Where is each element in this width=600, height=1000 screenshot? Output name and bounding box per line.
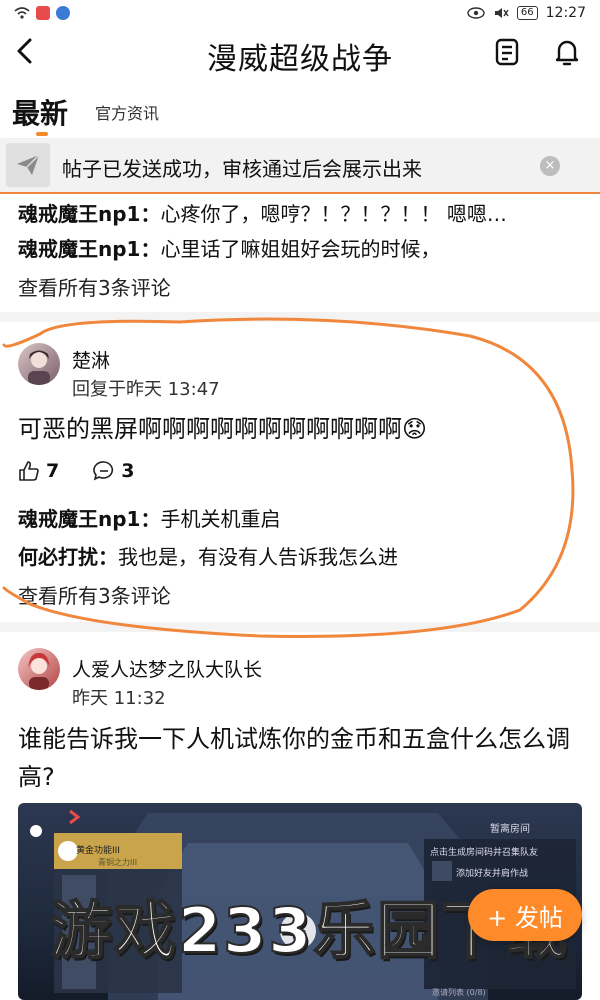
view-all-comments-link[interactable]: 查看所有3条评论 (18, 272, 171, 301)
tab-official-news[interactable]: 官方资讯 (95, 100, 159, 124)
game-panel-subtitle: 青铜之力III (98, 858, 138, 867)
battery-indicator: 66 (516, 6, 538, 20)
post-timestamp: 回复于昨天 13:47 (72, 379, 220, 400)
comment-author: 何必打扰： (18, 545, 118, 569)
post-timestamp: 昨天 11:32 (72, 688, 166, 709)
comment-author: 魂戒魔王np1： (18, 507, 161, 531)
toast-icon-container (6, 143, 50, 187)
status-bar: 66 12:27 (0, 0, 600, 26)
game-leave-room-button: 暂离房间 (490, 824, 530, 835)
game-invite-title: 点击生成房间码并召集队友 (430, 848, 539, 858)
comment-preview[interactable]: 魂戒魔王np1：心里话了嘛姐姐好会玩的时候， (18, 233, 440, 262)
comment-author: 魂戒魔王np1： (18, 237, 161, 261)
success-toast: 帖子已发送成功，审核通过后会展示出来 × (0, 138, 600, 194)
avatar[interactable] (18, 343, 60, 385)
game-invite-list: 邀请列表 (0/8) (432, 988, 486, 997)
eye-icon (467, 7, 485, 19)
worried-face-emoji: 😟 (402, 415, 428, 443)
app-header: 漫威超级战争 (0, 26, 600, 82)
comment-text: 心疼你了，嗯哼？！？！？！！ 嗯嗯… (160, 202, 507, 226)
tab-latest[interactable]: 最新 (12, 92, 68, 132)
post-author-name[interactable]: 楚淋 (72, 346, 110, 373)
comment-preview[interactable]: 何必打扰：我也是，有没有人告诉我怎么进 (18, 541, 398, 570)
feed-divider (0, 312, 600, 322)
post-body-text: 可恶的黑屏啊啊啊啊啊啊啊啊啊啊啊 (18, 415, 402, 443)
comment-preview[interactable]: 魂戒魔王np1：心疼你了，嗯哼？！？！？！！ 嗯嗯… (18, 198, 507, 227)
comment-text: 我也是，有没有人告诉我怎么进 (118, 545, 398, 569)
notifications-button[interactable] (554, 38, 582, 68)
document-icon (495, 38, 519, 66)
comment-button[interactable]: 3 (93, 460, 134, 482)
post-body[interactable]: 可恶的黑屏啊啊啊啊啊啊啊啊啊啊啊😟 (18, 410, 578, 448)
post-author-name[interactable]: 人爱人达梦之队大队长 (72, 655, 262, 682)
shield-app-icon (56, 6, 70, 20)
comment-text: 手机关机重启 (160, 507, 281, 531)
bell-icon (555, 40, 579, 66)
feed-divider (0, 622, 600, 632)
view-all-comments-link[interactable]: 查看所有3条评论 (18, 580, 171, 609)
comment-count: 3 (121, 460, 135, 482)
active-tab-indicator (36, 132, 48, 136)
like-button[interactable]: 7 (18, 460, 59, 482)
comment-text: 心里话了嘛姐姐好会玩的时候， (160, 237, 441, 261)
mute-icon (494, 8, 509, 18)
tab-bar: 最新 官方资讯 (0, 88, 600, 138)
thumbs-up-icon (19, 461, 39, 481)
notification-app-icon (36, 6, 50, 20)
like-count: 7 (46, 460, 60, 482)
post-body[interactable]: 谁能告诉我一下人机试炼你的金币和五盒什么怎么调高? (18, 720, 578, 796)
toast-message: 帖子已发送成功，审核通过后会展示出来 (62, 157, 422, 181)
comment-preview[interactable]: 魂戒魔王np1：手机关机重启 (18, 503, 280, 532)
new-post-button[interactable]: + 发帖 (468, 889, 582, 941)
send-icon (17, 154, 40, 175)
comment-author: 魂戒魔王np1： (18, 202, 161, 226)
status-right-icons: 66 12:27 (467, 5, 586, 21)
user-avatar-image (28, 350, 50, 385)
clock: 12:27 (545, 5, 586, 21)
avatar[interactable] (18, 648, 60, 690)
status-left-icons (14, 6, 70, 20)
chat-bubble-icon (93, 461, 114, 481)
game-panel-title: 黄金功能III (76, 846, 120, 856)
drafts-button[interactable] (494, 38, 522, 68)
game-invite-action: 添加好友并肩作战 (456, 869, 529, 879)
close-icon: × (544, 158, 556, 173)
user-avatar-image (28, 652, 50, 690)
post-actions: 7 3 (18, 460, 134, 482)
wifi-icon (14, 7, 30, 19)
toast-close-button[interactable]: × (540, 156, 560, 176)
